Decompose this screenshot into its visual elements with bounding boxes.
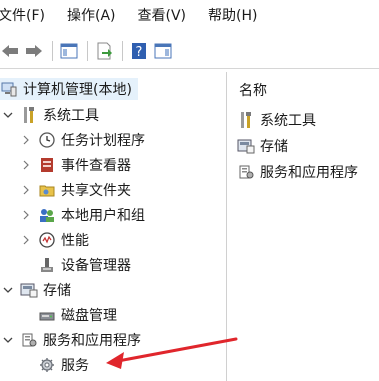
svg-text:?: ? xyxy=(136,45,143,60)
tools-icon xyxy=(237,111,255,129)
menu-view[interactable]: 查看(V) xyxy=(138,5,187,25)
services-apps-icon xyxy=(237,163,255,181)
tree-item-label: 服务和应用程序 xyxy=(43,333,141,349)
tree-item-local-users[interactable]: 本地用户和组 xyxy=(20,204,145,226)
chevron-right-icon[interactable] xyxy=(20,184,32,196)
chevron-down-icon[interactable] xyxy=(2,109,14,121)
tree-item-label: 存储 xyxy=(43,283,71,299)
gear-icon xyxy=(38,356,56,374)
disk-icon xyxy=(38,306,56,324)
chevron-down-icon[interactable] xyxy=(2,284,14,296)
tree-item-disk-management[interactable]: 磁盘管理 xyxy=(38,304,117,326)
tree-item-performance[interactable]: 性能 xyxy=(20,229,89,251)
tree-item-label: 磁盘管理 xyxy=(61,308,117,324)
menu-help[interactable]: 帮助(H) xyxy=(208,5,257,25)
clock-icon xyxy=(38,131,56,149)
menu-file[interactable]: 文件(F) xyxy=(0,5,45,25)
menu-action[interactable]: 操作(A) xyxy=(67,5,116,25)
device-manager-icon xyxy=(38,256,56,274)
tools-icon xyxy=(20,106,38,124)
toolbar-separator xyxy=(122,41,123,61)
services-apps-icon xyxy=(20,331,38,349)
performance-icon xyxy=(38,231,56,249)
back-icon[interactable] xyxy=(0,41,20,61)
list-item-storage[interactable]: 存储 xyxy=(237,135,288,157)
shared-folder-icon xyxy=(38,181,56,199)
event-viewer-icon xyxy=(38,156,56,174)
tree-item-storage[interactable]: 存储 xyxy=(2,279,71,301)
export-list-icon[interactable] xyxy=(94,41,114,61)
users-icon xyxy=(38,206,56,224)
storage-icon xyxy=(20,281,38,299)
computer-management-icon xyxy=(0,80,18,98)
tree-item-label: 事件查看器 xyxy=(61,158,131,174)
tree-item-label: 服务 xyxy=(61,358,89,374)
show-action-pane-icon[interactable] xyxy=(153,41,173,61)
tree-item-label: 共享文件夹 xyxy=(61,183,131,199)
tree-item-event-viewer[interactable]: 事件查看器 xyxy=(20,154,131,176)
console-tree: 计算机管理(本地) 系统工具 任务计划程序 事件查看器 共享文件夹 本地用户和组… xyxy=(0,72,227,381)
help-icon[interactable]: ? xyxy=(129,41,149,61)
chevron-right-icon[interactable] xyxy=(20,159,32,171)
storage-icon xyxy=(237,137,255,155)
tree-item-label: 设备管理器 xyxy=(61,258,131,274)
results-pane: 名称 系统工具 存储 服务和应用程序 xyxy=(227,72,379,381)
tree-item-label: 任务计划程序 xyxy=(61,133,145,149)
list-item-label: 系统工具 xyxy=(260,113,316,129)
tree-item-label: 本地用户和组 xyxy=(61,208,145,224)
console-tree-icon[interactable] xyxy=(59,41,79,61)
tree-item-label: 系统工具 xyxy=(43,108,99,124)
tree-item-services-apps[interactable]: 服务和应用程序 xyxy=(2,329,141,351)
chevron-right-icon[interactable] xyxy=(20,209,32,221)
list-item-label: 服务和应用程序 xyxy=(260,165,358,181)
tree-item-device-manager[interactable]: 设备管理器 xyxy=(38,254,131,276)
tree-item-label: 计算机管理(本地) xyxy=(23,82,132,98)
tree-item-task-scheduler[interactable]: 任务计划程序 xyxy=(20,129,145,151)
toolbar-separator xyxy=(87,41,88,61)
chevron-down-icon[interactable] xyxy=(2,334,14,346)
column-header-name[interactable]: 名称 xyxy=(239,80,267,100)
tree-item-system-tools[interactable]: 系统工具 xyxy=(2,104,99,126)
chevron-right-icon[interactable] xyxy=(20,134,32,146)
list-item-label: 存储 xyxy=(260,139,288,155)
tree-item-services[interactable]: 服务 xyxy=(38,354,89,376)
toolbar: ? xyxy=(0,34,379,69)
list-item-system-tools[interactable]: 系统工具 xyxy=(237,109,316,131)
toolbar-separator xyxy=(52,41,53,61)
tree-item-label: 性能 xyxy=(61,233,89,249)
forward-icon[interactable] xyxy=(24,41,44,61)
menu-bar: 文件(F) 操作(A) 查看(V) 帮助(H) xyxy=(0,0,379,30)
list-item-services-apps[interactable]: 服务和应用程序 xyxy=(237,161,358,183)
tree-item-shared-folders[interactable]: 共享文件夹 xyxy=(20,179,131,201)
tree-item-computer-management[interactable]: 计算机管理(本地) xyxy=(0,78,138,100)
chevron-right-icon[interactable] xyxy=(20,234,32,246)
